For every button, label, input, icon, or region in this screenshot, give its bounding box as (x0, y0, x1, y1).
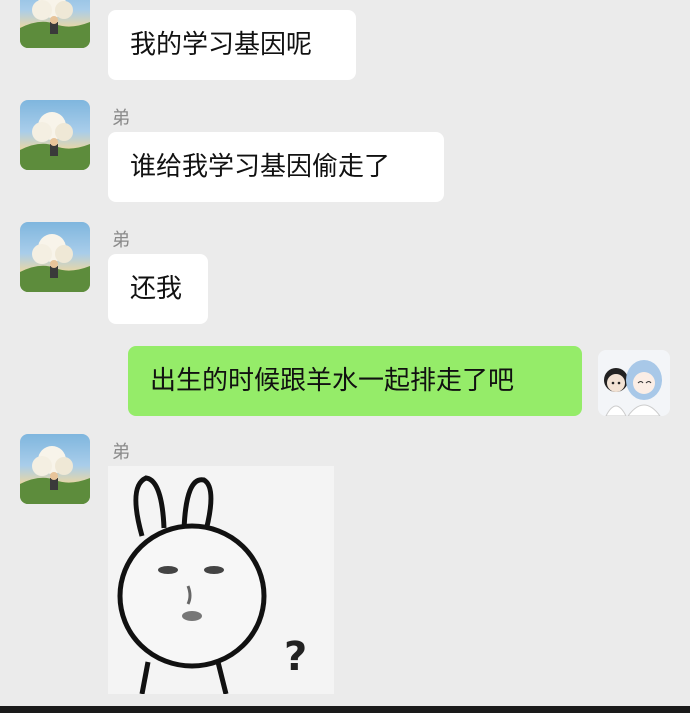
rabbit-face-sticker[interactable]: ? (108, 466, 334, 695)
sender-name: 弟 (112, 108, 130, 129)
landscape-avatar-icon (20, 0, 90, 48)
sticker-question-mark: ? (284, 634, 308, 680)
own-avatar[interactable] (598, 350, 670, 416)
contact-avatar[interactable] (20, 100, 90, 170)
contact-avatar[interactable] (20, 222, 90, 292)
message-bubble[interactable]: 还我 (108, 254, 208, 324)
landscape-avatar-icon (20, 446, 90, 504)
sender-name: 弟 (112, 230, 130, 251)
message-bubble[interactable]: 我的学习基因呢 (108, 10, 356, 80)
landscape-avatar-icon (20, 112, 90, 170)
own-message-bubble[interactable]: 出生的时候跟羊水一起排走了吧 (128, 346, 582, 416)
contact-avatar[interactable] (20, 0, 90, 48)
bottom-edge (0, 706, 690, 713)
anime-couple-avatar-icon (604, 360, 662, 416)
sender-name: 弟 (112, 442, 130, 463)
contact-avatar[interactable] (20, 434, 90, 504)
landscape-avatar-icon (20, 234, 90, 292)
message-bubble[interactable]: 谁给我学习基因偷走了 (108, 132, 444, 202)
